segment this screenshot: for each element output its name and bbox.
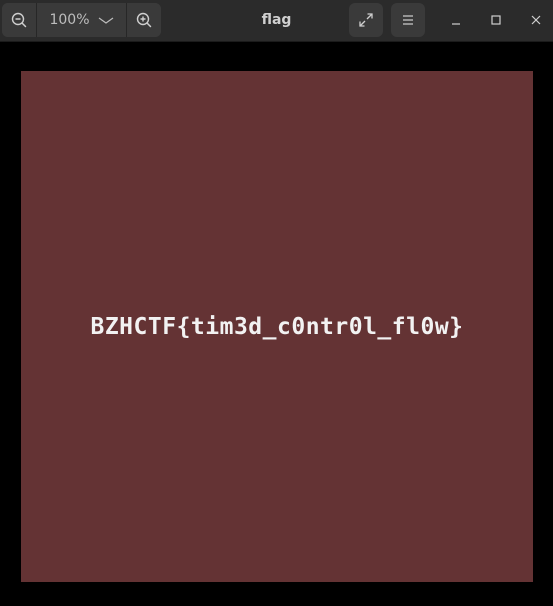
zoom-in-button[interactable] (127, 3, 161, 37)
close-button[interactable] (521, 5, 551, 35)
maximize-button[interactable] (481, 5, 511, 35)
close-icon (531, 15, 541, 25)
zoom-out-icon (11, 12, 27, 28)
fullscreen-icon (359, 13, 373, 27)
fullscreen-button[interactable] (349, 3, 383, 37)
zoom-level-value: 100% (49, 12, 90, 28)
header-bar: 100% flag (0, 0, 553, 42)
chevron-down-icon (98, 17, 113, 24)
hamburger-menu-icon (403, 15, 413, 25)
maximize-icon (491, 15, 501, 25)
image-viewer-window: 100% flag BZHCTF{tim3d_c0ntr0l_fl0w} (0, 0, 553, 606)
minimize-icon (452, 23, 460, 25)
zoom-controls: 100% (2, 3, 161, 37)
zoom-out-button[interactable] (2, 3, 36, 37)
zoom-level-dropdown[interactable]: 100% (37, 3, 126, 37)
image-flag-text: BZHCTF{tim3d_c0ntr0l_fl0w} (90, 314, 464, 340)
main-menu-button[interactable] (391, 3, 425, 37)
zoom-in-icon (136, 12, 152, 28)
image-canvas[interactable]: BZHCTF{tim3d_c0ntr0l_fl0w} (0, 42, 553, 606)
minimize-button[interactable] (441, 5, 471, 35)
displayed-image: BZHCTF{tim3d_c0ntr0l_fl0w} (21, 71, 533, 582)
